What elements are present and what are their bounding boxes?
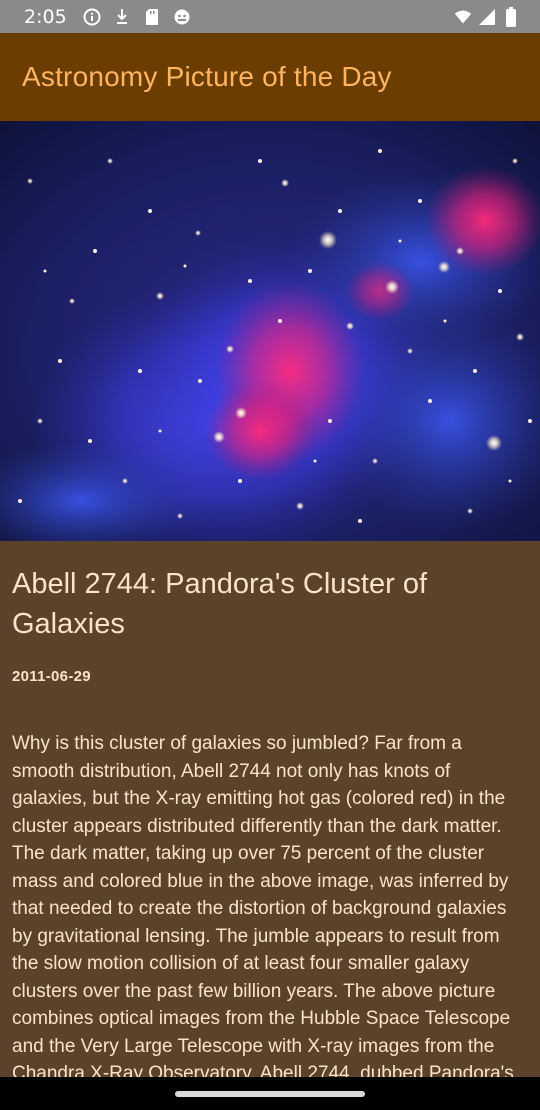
article-explanation: Why is this cluster of galaxies so jumbl…	[12, 733, 514, 1084]
status-time: 2:05	[24, 5, 67, 28]
app-screen: 2:05 Astronomy Picture of the Day Abell …	[0, 0, 540, 1110]
app-title: Astronomy Picture of the Day	[22, 61, 392, 92]
galaxy-cluster-image	[0, 121, 540, 541]
status-icons-right	[454, 6, 520, 27]
apod-image[interactable]	[0, 121, 540, 541]
article-content: Abell 2744: Pandora's Cluster of Galaxie…	[0, 541, 540, 1088]
status-icons-left	[83, 8, 191, 26]
sd-card-icon	[143, 8, 161, 26]
battery-icon	[502, 6, 520, 27]
navigation-bar	[0, 1077, 540, 1110]
status-bar: 2:05	[0, 0, 540, 33]
article-date: 2011-06-29	[12, 668, 91, 685]
signal-icon	[478, 8, 496, 26]
notification-icon	[173, 8, 191, 26]
download-icon	[113, 8, 131, 26]
home-gesture-handle[interactable]	[175, 1090, 365, 1097]
info-icon	[83, 8, 101, 26]
article-title: Abell 2744: Pandora's Cluster of Galaxie…	[12, 568, 428, 640]
app-bar: Astronomy Picture of the Day	[0, 33, 540, 121]
wifi-icon	[454, 8, 472, 26]
